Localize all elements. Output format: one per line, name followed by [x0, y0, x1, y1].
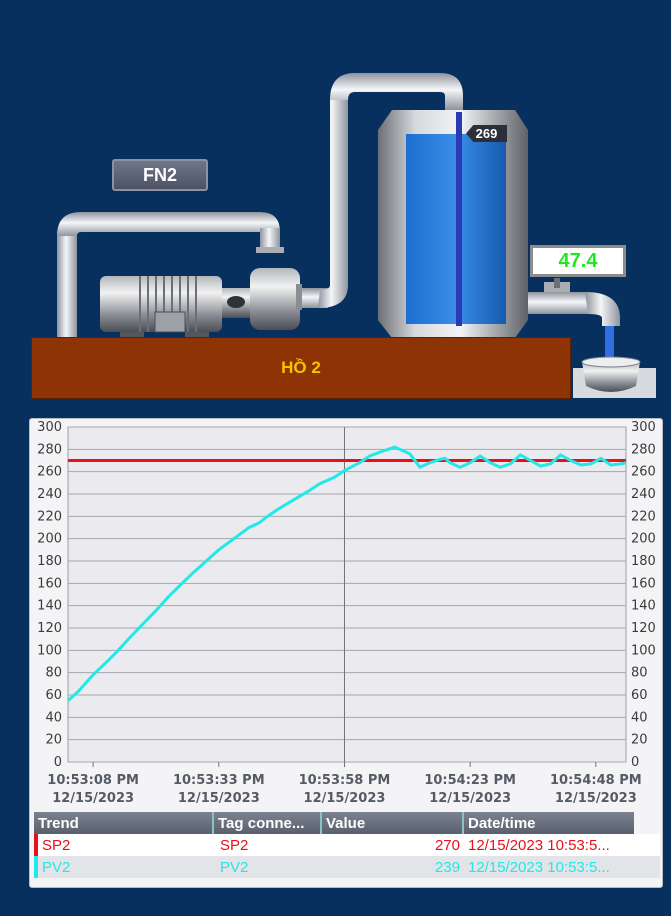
- y-tick-label-left: 280: [37, 442, 62, 457]
- header-datetime[interactable]: Date/time: [464, 812, 634, 834]
- y-tick-label-right: 80: [631, 666, 648, 681]
- legend-trend-name: PV2: [42, 858, 71, 876]
- header-trend[interactable]: Trend: [34, 812, 214, 834]
- pond-label: HỒ 2: [31, 337, 571, 399]
- y-tick-label-left: 180: [37, 554, 62, 569]
- plot-area[interactable]: [67, 426, 627, 763]
- y-tick-label-right: 220: [631, 509, 656, 524]
- y-tick-label-left: 100: [37, 643, 62, 658]
- y-tick-label-right: 40: [631, 710, 648, 725]
- y-tick-label-right: 260: [631, 465, 656, 480]
- y-tick-label-left: 60: [45, 688, 62, 703]
- y-tick-label-right: 140: [631, 599, 656, 614]
- y-tick-label-right: 0: [631, 755, 639, 770]
- y-tick-label-right: 20: [631, 733, 648, 748]
- y-tick-label-left: 200: [37, 532, 62, 547]
- pond-label-text: HỒ 2: [281, 358, 321, 377]
- y-tick-label-left: 80: [45, 666, 62, 681]
- header-tag-connection[interactable]: Tag conne...: [214, 812, 322, 834]
- tank-level-badge: 269: [466, 125, 507, 142]
- y-tick-label-right: 180: [631, 554, 656, 569]
- y-tick-label-left: 240: [37, 487, 62, 502]
- y-tick-label-left: 260: [37, 465, 62, 480]
- y-tick-label-right: 60: [631, 688, 648, 703]
- y-tick-label-left: 300: [37, 420, 62, 435]
- y-tick-label-right: 200: [631, 532, 656, 547]
- y-tick-label-right: 160: [631, 576, 656, 591]
- legend-value: 270: [434, 836, 460, 854]
- y-tick-label-right: 100: [631, 643, 656, 658]
- x-tick-time: 10:54:48 PM: [550, 773, 642, 788]
- water-stream: [605, 326, 614, 360]
- x-tick-date: 12/15/2023: [555, 791, 637, 806]
- x-tick-time: 10:54:23 PM: [424, 773, 516, 788]
- legend-trend-name: SP2: [42, 836, 71, 854]
- y-tick-label-left: 120: [37, 621, 62, 636]
- legend-tag: PV2: [220, 858, 249, 876]
- y-tick-label-left: 0: [54, 755, 62, 770]
- x-tick-date: 12/15/2023: [52, 791, 134, 806]
- legend-row-pv2[interactable]: PV2 PV2 239 12/15/2023 10:53:5...: [34, 856, 660, 878]
- x-tick-time: 10:53:08 PM: [47, 773, 139, 788]
- y-tick-label-left: 220: [37, 509, 62, 524]
- trend-legend-table[interactable]: Trend Tag conne... Value Date/time SP2 SP…: [34, 812, 660, 882]
- legend-datetime: 12/15/2023 10:53:5...: [468, 836, 610, 854]
- legend-value: 239: [434, 858, 460, 876]
- x-tick-date: 12/15/2023: [304, 791, 386, 806]
- x-tick-date: 12/15/2023: [178, 791, 260, 806]
- process-scene: FN2 269 47.4 HỒ 2: [0, 0, 671, 410]
- fn2-button[interactable]: FN2: [112, 159, 208, 191]
- y-tick-label-left: 160: [37, 576, 62, 591]
- x-tick-date: 12/15/2023: [429, 791, 511, 806]
- tank: [378, 110, 528, 338]
- flow-value-display: 47.4: [530, 245, 626, 277]
- legend-header: Trend Tag conne... Value Date/time: [34, 812, 634, 834]
- y-tick-label-left: 40: [45, 710, 62, 725]
- trend-view[interactable]: 0 0 20 20 40 40 60 60 80 80 100 100 120 120 140 140 160 1…: [29, 418, 663, 888]
- x-tick-time: 10:53:33 PM: [173, 773, 265, 788]
- legend-tag: SP2: [220, 836, 249, 854]
- legend-rows: SP2 SP2 270 12/15/2023 10:53:5... PV2 PV2 239 1…: [34, 834, 660, 878]
- y-tick-label-right: 120: [631, 621, 656, 636]
- header-value[interactable]: Value: [322, 812, 464, 834]
- legend-row-sp2[interactable]: SP2 SP2 270 12/15/2023 10:53:5...: [34, 834, 660, 856]
- y-tick-label-left: 20: [45, 733, 62, 748]
- pump-motor: [100, 268, 302, 338]
- y-tick-label-right: 280: [631, 442, 656, 457]
- y-tick-label-left: 140: [37, 599, 62, 614]
- y-tick-label-right: 300: [631, 420, 656, 435]
- trend-chart[interactable]: 0 0 20 20 40 40 60 60 80 80 100 100 120 120 140 140 160 1…: [30, 419, 664, 811]
- x-tick-time: 10:53:58 PM: [299, 773, 391, 788]
- y-tick-label-right: 240: [631, 487, 656, 502]
- level-indicator-bar: [456, 112, 462, 326]
- legend-datetime: 12/15/2023 10:53:5...: [468, 858, 610, 876]
